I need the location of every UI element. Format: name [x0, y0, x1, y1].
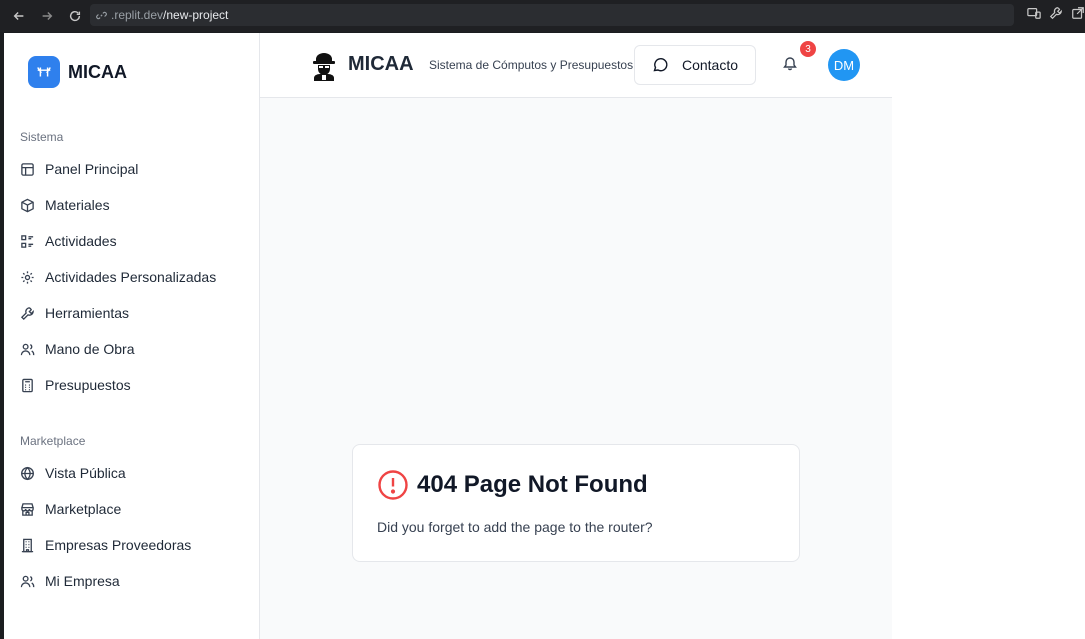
sidebar-item-label: Panel Principal [45, 161, 139, 177]
top-header: MICAA Sistema de Cómputos y Presupuestos… [260, 33, 892, 98]
sidebar-item-label: Presupuestos [45, 377, 131, 393]
bell-icon[interactable] [782, 55, 802, 75]
sidebar-item-mi-empresa[interactable]: Mi Empresa [16, 563, 248, 599]
error-message: Did you forget to add the page to the ro… [377, 519, 653, 535]
activities-icon [21, 234, 34, 248]
header-title: MICAA [348, 53, 414, 75]
sidebar-item-label: Actividades Personalizadas [45, 269, 217, 285]
browser-actions [1027, 6, 1085, 20]
section-label-sistema: Sistema [20, 130, 64, 144]
blank-area [892, 33, 1085, 639]
forward-icon[interactable] [33, 2, 61, 30]
worker-logo-icon [310, 51, 338, 81]
url-host: .replit.dev [111, 8, 164, 22]
brand-logo-icon [28, 56, 60, 88]
section-label-marketplace: Marketplace [20, 434, 86, 448]
sidebar-item-label: Mi Empresa [45, 573, 120, 589]
wrench-icon [20, 306, 34, 320]
open-external-icon[interactable] [1071, 6, 1085, 20]
link-icon [96, 11, 107, 19]
globe-icon [21, 466, 34, 480]
building-icon [21, 538, 34, 552]
users-icon [20, 575, 35, 587]
sidebar-brand[interactable]: MICAA [28, 56, 127, 88]
sidebar-item-label: Mano de Obra [45, 341, 135, 357]
wrench-icon[interactable] [1049, 6, 1063, 20]
avatar[interactable]: DM [828, 49, 860, 81]
sidebar-item-empresas-proveedoras[interactable]: Empresas Proveedoras [16, 527, 248, 563]
alert-circle-icon [378, 470, 408, 500]
contact-button[interactable]: Contacto [634, 45, 756, 85]
contact-button-label: Contacto [681, 57, 739, 73]
header-subtitle: Sistema de Cómputos y Presupuestos [429, 58, 634, 72]
sidebar-item-label: Empresas Proveedoras [45, 537, 192, 553]
sidebar: MICAA Sistema Panel Principal Materiales… [4, 33, 260, 639]
error-card: 404 Page Not Found Did you forget to add… [352, 444, 800, 562]
sidebar-item-materiales[interactable]: Materiales [16, 187, 248, 223]
url-path: /new-project [163, 8, 229, 22]
app-window: MICAA Sistema Panel Principal Materiales… [4, 33, 1085, 639]
brand-name: MICAA [68, 61, 127, 82]
devices-icon[interactable] [1027, 6, 1041, 20]
error-card-header: 404 Page Not Found [377, 469, 648, 501]
sidebar-item-actividades[interactable]: Actividades [16, 223, 248, 259]
reload-icon[interactable] [61, 2, 89, 30]
url-bar[interactable]: .replit.dev/new-project [90, 4, 1014, 26]
sidebar-item-label: Vista Pública [45, 465, 126, 481]
package-icon [21, 198, 34, 212]
users-icon [20, 343, 35, 355]
error-title: 404 Page Not Found [417, 471, 648, 498]
nav-list-marketplace: Vista Pública Marketplace Empresas Prove… [16, 455, 248, 599]
gear-icon [21, 270, 34, 284]
sidebar-item-presupuestos[interactable]: Presupuestos [16, 367, 248, 403]
sidebar-item-label: Marketplace [45, 501, 122, 517]
sidebar-item-herramientas[interactable]: Herramientas [16, 295, 248, 331]
sidebar-item-marketplace[interactable]: Marketplace [16, 491, 248, 527]
layout-icon [21, 162, 34, 176]
store-icon [21, 502, 34, 516]
main-content: 404 Page Not Found Did you forget to add… [260, 98, 892, 639]
notification-badge: 3 [800, 41, 816, 57]
calculator-icon [22, 378, 33, 392]
nav-list-sistema: Panel Principal Materiales Actividades A… [16, 151, 248, 403]
back-icon[interactable] [5, 2, 33, 30]
sidebar-item-label: Herramientas [45, 305, 130, 321]
sidebar-item-label: Materiales [45, 197, 110, 213]
sidebar-item-panel-principal[interactable]: Panel Principal [16, 151, 248, 187]
browser-toolbar: .replit.dev/new-project [0, 0, 1085, 32]
message-circle-icon [653, 58, 668, 72]
sidebar-item-vista-publica[interactable]: Vista Pública [16, 455, 248, 491]
sidebar-item-actividades-personalizadas[interactable]: Actividades Personalizadas [16, 259, 248, 295]
sidebar-item-mano-de-obra[interactable]: Mano de Obra [16, 331, 248, 367]
sidebar-item-label: Actividades [45, 233, 117, 249]
